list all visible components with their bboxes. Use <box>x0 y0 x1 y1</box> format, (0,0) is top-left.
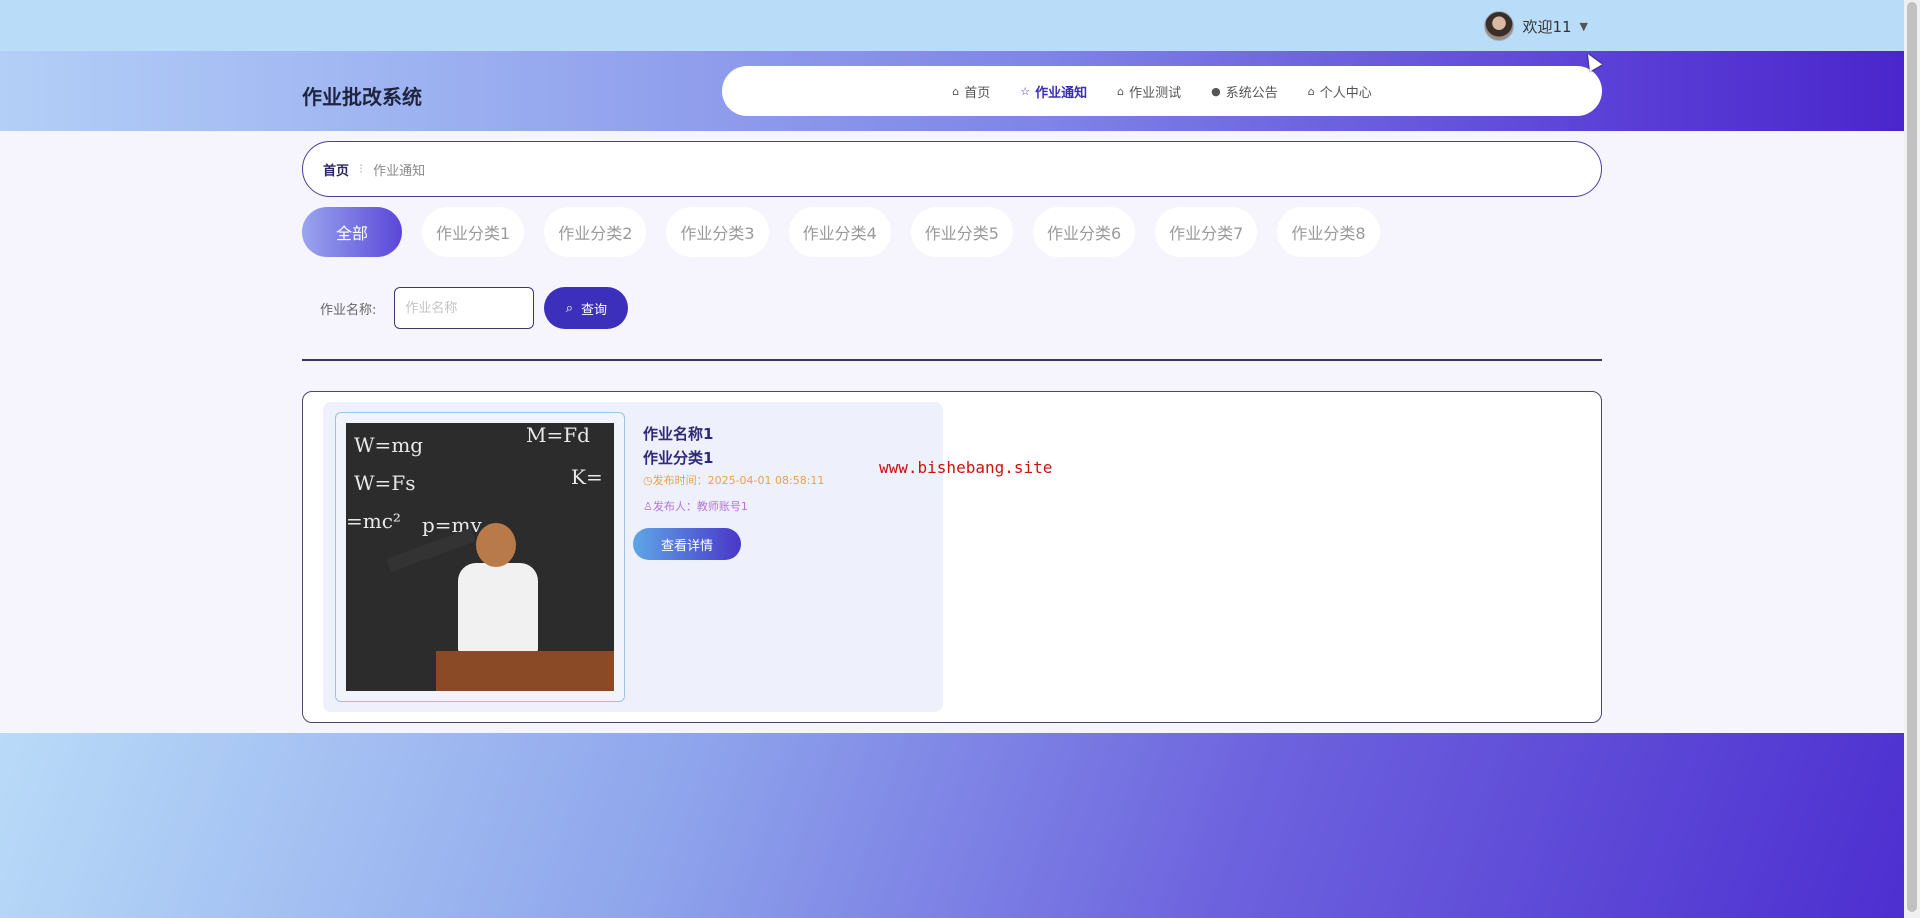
homework-name[interactable]: 作业名称1 <box>643 422 933 446</box>
category-tabs: 全部 作业分类1 作业分类2 作业分类3 作业分类4 作业分类5 作业分类6 作… <box>302 207 1380 257</box>
list-item: W=mg W=Fs =mc² p=mv M=Fd K= 作业名称1 作业分类1 … <box>323 402 943 712</box>
board-text: W=Fs <box>354 471 416 495</box>
child-head <box>476 523 516 567</box>
card-image[interactable]: W=mg W=Fs =mc² p=mv M=Fd K= <box>335 412 625 702</box>
board-text: M=Fd <box>526 423 590 447</box>
bag-icon: ⌂ <box>1117 84 1125 98</box>
category-all[interactable]: 全部 <box>302 207 402 257</box>
user-menu[interactable]: 欢迎11 ▼ <box>1484 10 1588 42</box>
homework-photo: W=mg W=Fs =mc² p=mv M=Fd K= <box>346 423 614 691</box>
category-tab[interactable]: 作业分类1 <box>422 207 525 257</box>
nav-item-homework-notice[interactable]: ☆ 作业通知 <box>1020 82 1087 101</box>
search-button-label: 查询 <box>581 302 608 318</box>
category-tab[interactable]: 作业分类8 <box>1277 207 1380 257</box>
footer <box>0 733 1904 918</box>
homework-list: W=mg W=Fs =mc² p=mv M=Fd K= 作业名称1 作业分类1 … <box>302 391 1602 723</box>
search-label: 作业名称: <box>320 302 377 318</box>
user-home-icon: ⌂ <box>1307 84 1315 98</box>
publisher: ♙发布人：教师账号1 <box>643 500 748 513</box>
info-icon: ● <box>1211 84 1221 98</box>
category-tab[interactable]: 作业分类6 <box>1032 207 1136 257</box>
welcome-text[interactable]: 欢迎11 <box>1522 16 1571 37</box>
home-icon: ⌂ <box>952 84 960 98</box>
header: 作业批改系统 ⌂ 首页 ☆ 作业通知 ⌂ 作业测试 ● 系统公告 ⌂ 个人中心 <box>0 51 1904 131</box>
board-text: =mc² <box>346 509 401 533</box>
category-tab[interactable]: 作业分类4 <box>788 207 891 257</box>
main-nav: ⌂ 首页 ☆ 作业通知 ⌂ 作业测试 ● 系统公告 ⌂ 个人中心 <box>722 66 1602 116</box>
search-icon: ⌕ <box>565 300 574 316</box>
category-tab[interactable]: 作业分类2 <box>544 207 647 257</box>
category-tab[interactable]: 作业分类5 <box>910 207 1013 257</box>
nav-label: 个人中心 <box>1319 85 1372 101</box>
category-tab[interactable]: 作业分类7 <box>1155 207 1258 257</box>
nav-item-announcements[interactable]: ● 系统公告 <box>1211 82 1278 101</box>
top-bar: 欢迎11 ▼ <box>0 0 1904 51</box>
breadcrumb: 首页 ⁝ 作业通知 <box>302 141 1602 197</box>
breadcrumb-current: 作业通知 <box>373 163 426 179</box>
scrollbar-thumb[interactable] <box>1907 2 1917 912</box>
search-row: 作业名称: ⌕ 查询 <box>320 287 629 329</box>
child-figure <box>458 563 538 653</box>
star-icon: ☆ <box>1020 84 1031 98</box>
nav-item-home[interactable]: ⌂ 首页 <box>952 82 990 101</box>
search-input[interactable] <box>394 287 535 329</box>
nav-label: 作业测试 <box>1129 85 1182 101</box>
board-text: K= <box>571 465 603 489</box>
breadcrumb-home[interactable]: 首页 <box>323 160 349 179</box>
avatar[interactable] <box>1484 11 1515 41</box>
nav-item-profile[interactable]: ⌂ 个人中心 <box>1308 82 1372 101</box>
nav-label: 系统公告 <box>1225 85 1278 101</box>
board-text: W=mg <box>354 433 424 457</box>
category-tab[interactable]: 作业分类3 <box>666 207 769 257</box>
site-logo: 作业批改系统 <box>302 85 422 109</box>
chevron-down-icon[interactable]: ▼ <box>1580 20 1588 33</box>
scrollbar[interactable] <box>1904 0 1920 918</box>
nav-label: 首页 <box>964 85 991 101</box>
breadcrumb-separator: ⁝ <box>359 161 364 177</box>
desk-shape <box>436 651 614 691</box>
nav-item-homework-test[interactable]: ⌂ 作业测试 <box>1117 82 1181 101</box>
view-details-button[interactable]: 查看详情 <box>633 528 741 560</box>
watermark: www.bishebang.site <box>879 458 1053 477</box>
divider <box>302 359 1602 361</box>
nav-label: 作业通知 <box>1035 85 1088 101</box>
search-button[interactable]: ⌕ 查询 <box>544 287 629 329</box>
